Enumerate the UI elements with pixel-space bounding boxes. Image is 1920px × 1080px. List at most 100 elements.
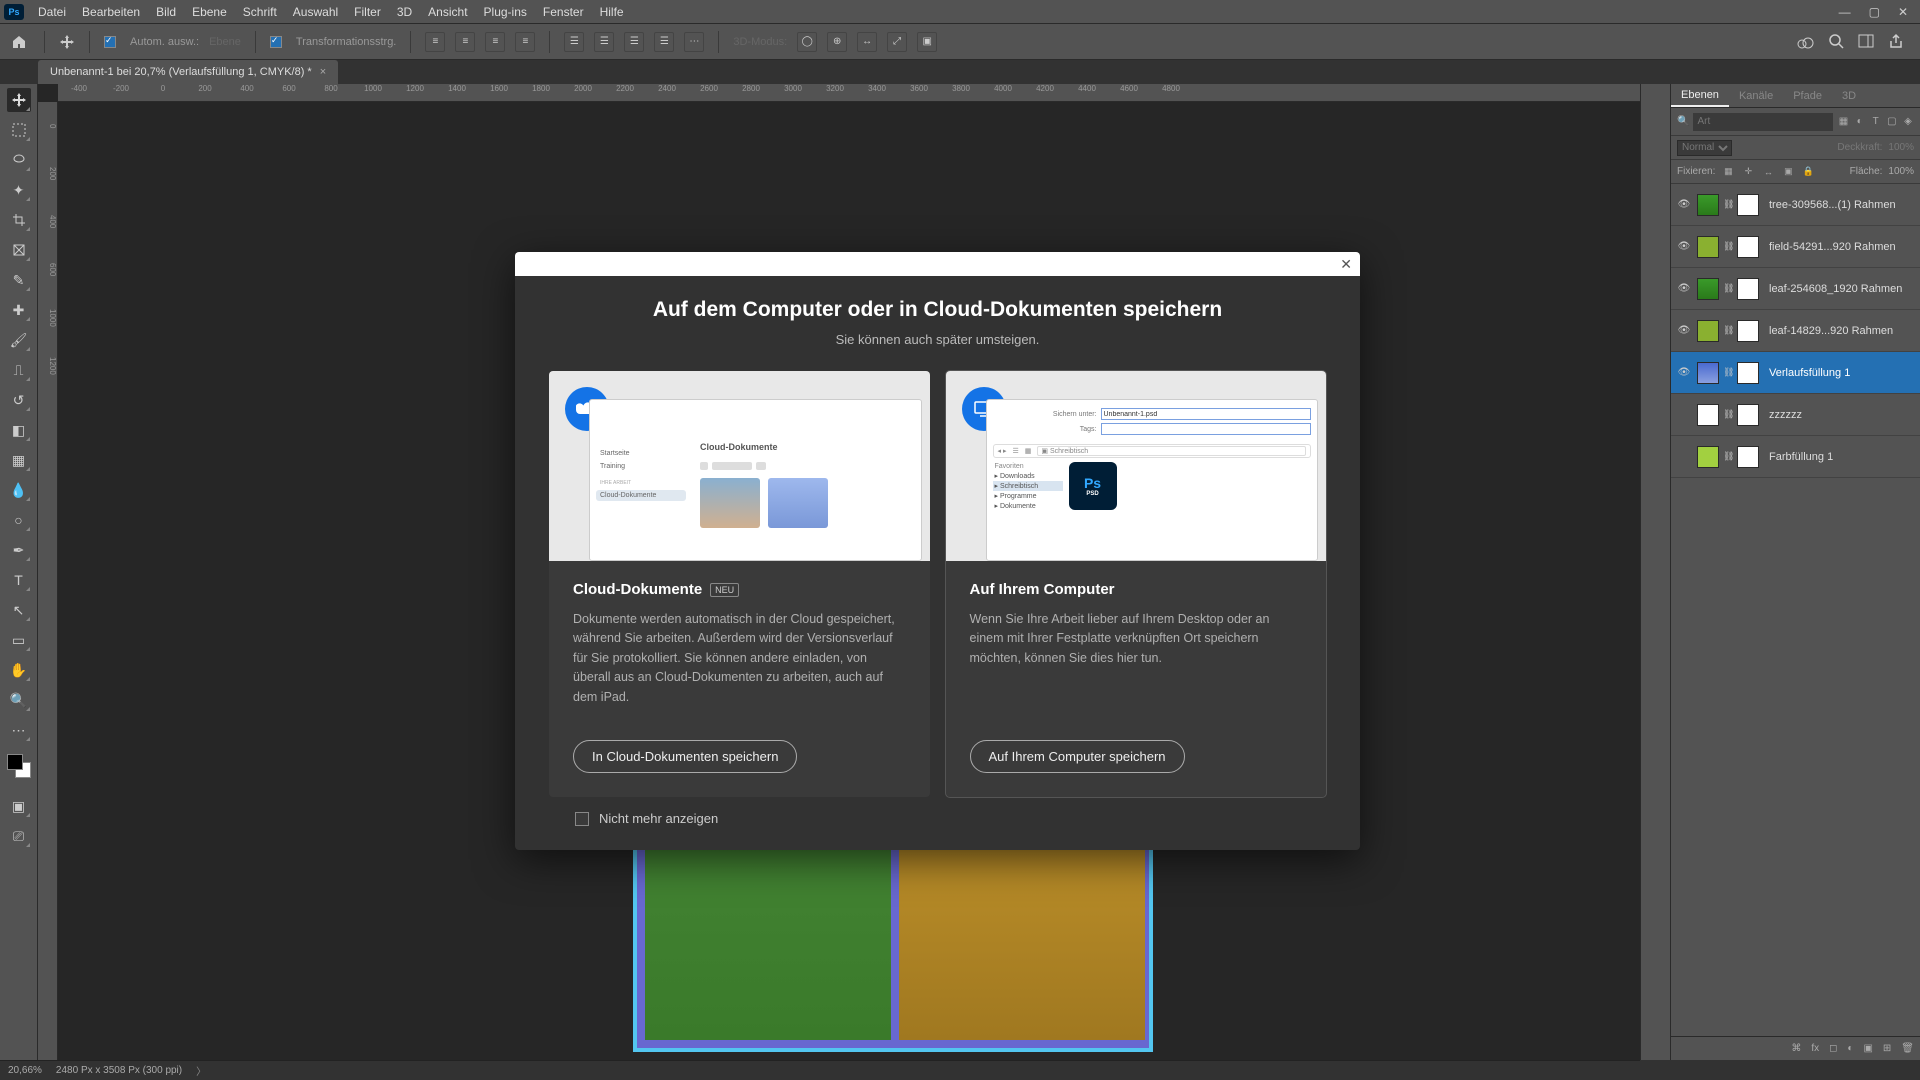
new-layer-icon[interactable]: ⊞ [1883,1043,1891,1054]
layer-thumbnail[interactable] [1697,446,1719,468]
menu-plugins[interactable]: Plug-ins [476,5,535,19]
tab-3d[interactable]: 3D [1832,84,1866,107]
zoom-tool[interactable]: 🔍 [7,688,31,712]
layer-fx-icon[interactable]: fx [1811,1043,1819,1054]
home-icon[interactable] [8,31,30,53]
crop-tool[interactable] [7,208,31,232]
layer-mask-thumbnail[interactable] [1737,362,1759,384]
layer-name[interactable]: Verlaufsfüllung 1 [1769,367,1916,379]
layer-thumbnail[interactable] [1697,362,1719,384]
marquee-tool[interactable] [7,118,31,142]
distribute-icon[interactable]: ≡ [515,32,535,52]
eyedropper-tool[interactable]: ✎ [7,268,31,292]
layer-filter-input[interactable] [1693,113,1833,131]
layer-row[interactable]: ⛓zzzzzz [1671,394,1920,436]
menu-auswahl[interactable]: Auswahl [285,5,346,19]
pen-tool[interactable]: ✒ [7,538,31,562]
layer-visibility-icon[interactable]: 👁 [1675,199,1693,210]
auto-select-checkbox[interactable] [104,36,116,48]
window-restore-icon[interactable]: ▢ [1869,5,1880,19]
menu-ebene[interactable]: Ebene [184,5,235,19]
shape-tool[interactable]: ▭ [7,628,31,652]
quickmask-icon[interactable]: ▣ [7,794,31,818]
layer-thumbnail[interactable] [1697,194,1719,216]
lock-artboard-icon[interactable]: ▣ [1781,165,1795,179]
layer-mask-thumbnail[interactable] [1737,236,1759,258]
lock-move-icon[interactable]: ↔ [1761,165,1775,179]
layer-visibility-icon[interactable]: 👁 [1675,283,1693,294]
collapsed-panel-dock[interactable] [1640,84,1670,1060]
layer-row[interactable]: ⛓Farbfüllung 1 [1671,436,1920,478]
window-close-icon[interactable]: ✕ [1898,5,1908,19]
color-swatches[interactable] [7,754,31,778]
filter-adjust-icon[interactable]: ◐ [1854,114,1866,129]
menu-bearbeiten[interactable]: Bearbeiten [74,5,148,19]
brush-tool[interactable]: 🖌 [7,328,31,352]
layer-mask-thumbnail[interactable] [1737,278,1759,300]
move-tool-icon[interactable] [59,34,75,50]
menu-hilfe[interactable]: Hilfe [592,5,632,19]
layer-mask-thumbnail[interactable] [1737,446,1759,468]
layer-visibility-icon[interactable]: 👁 [1675,367,1693,378]
move-tool[interactable] [7,88,31,112]
layer-mask-icon[interactable]: ◻ [1829,1043,1837,1054]
stamp-tool[interactable]: ⎍ [7,358,31,382]
edit-toolbar-icon[interactable]: ⋯ [7,718,31,742]
menu-filter[interactable]: Filter [346,5,389,19]
gradient-tool[interactable]: ▦ [7,448,31,472]
align-bottom-icon[interactable]: ☰ [624,32,644,52]
magic-wand-tool[interactable]: ✦ [7,178,31,202]
save-computer-button[interactable]: Auf Ihrem Computer speichern [970,740,1185,773]
tab-kanaele[interactable]: Kanäle [1729,84,1783,107]
search-icon[interactable] [1828,33,1844,51]
layer-name[interactable]: leaf-14829...920 Rahmen [1769,325,1916,337]
filter-type-icon[interactable]: T [1870,114,1882,129]
frame-tool[interactable] [7,238,31,262]
filter-smart-icon[interactable]: ◈ [1902,114,1914,129]
layer-thumbnail[interactable] [1697,278,1719,300]
menu-bild[interactable]: Bild [148,5,184,19]
layer-name[interactable]: leaf-254608_1920 Rahmen [1769,283,1916,295]
layer-mask-thumbnail[interactable] [1737,320,1759,342]
auto-select-mode[interactable]: Ebene [209,36,241,48]
menu-schrift[interactable]: Schrift [235,5,285,19]
zoom-level[interactable]: 20,66% [8,1065,42,1076]
healing-tool[interactable]: ✚ [7,298,31,322]
hand-tool[interactable]: ✋ [7,658,31,682]
cloud-option-card[interactable]: Startseite Training IHRE ARBEIT Cloud-Do… [549,371,930,797]
menu-ansicht[interactable]: Ansicht [420,5,475,19]
lock-all-icon[interactable]: 🔒 [1801,165,1815,179]
tab-close-icon[interactable]: × [320,66,326,78]
layer-row[interactable]: 👁⛓Verlaufsfüllung 1 [1671,352,1920,394]
lock-pixels-icon[interactable]: ▦ [1721,165,1735,179]
workspace-icon[interactable] [1858,33,1874,51]
layer-mask-thumbnail[interactable] [1737,194,1759,216]
layer-name[interactable]: Farbfüllung 1 [1769,451,1916,463]
share-icon[interactable] [1888,33,1904,51]
menu-3d[interactable]: 3D [389,5,420,19]
path-select-tool[interactable]: ↖ [7,598,31,622]
layer-thumbnail[interactable] [1697,320,1719,342]
more-align-icon[interactable]: ⋯ [684,32,704,52]
eraser-tool[interactable]: ◧ [7,418,31,442]
filter-pixel-icon[interactable]: ▦ [1837,114,1849,129]
delete-layer-icon[interactable]: 🗑 [1901,1043,1914,1054]
lasso-tool[interactable] [7,148,31,172]
document-dimensions[interactable]: 2480 Px x 3508 Px (300 ppi) [56,1065,182,1076]
layer-row[interactable]: 👁⛓leaf-254608_1920 Rahmen [1671,268,1920,310]
status-menu-icon[interactable]: 〉 [196,1063,206,1078]
computer-option-card[interactable]: Sichern unter: Tags: ◂ ▸☰▦ ▣ Schreibtisc… [946,371,1327,797]
align-left-icon[interactable]: ≡ [425,32,445,52]
layer-row[interactable]: 👁⛓field-54291...920 Rahmen [1671,226,1920,268]
lock-position-icon[interactable]: ✛ [1741,165,1755,179]
layer-mask-thumbnail[interactable] [1737,404,1759,426]
dont-show-checkbox[interactable] [575,812,589,826]
menu-fenster[interactable]: Fenster [535,5,592,19]
blur-tool[interactable]: 💧 [7,478,31,502]
dodge-tool[interactable]: ○ [7,508,31,532]
layer-name[interactable]: field-54291...920 Rahmen [1769,241,1916,253]
layer-name[interactable]: zzzzzz [1769,409,1916,421]
history-brush-tool[interactable]: ↺ [7,388,31,412]
opacity-value[interactable]: 100% [1888,142,1914,153]
fill-value[interactable]: 100% [1888,166,1914,177]
